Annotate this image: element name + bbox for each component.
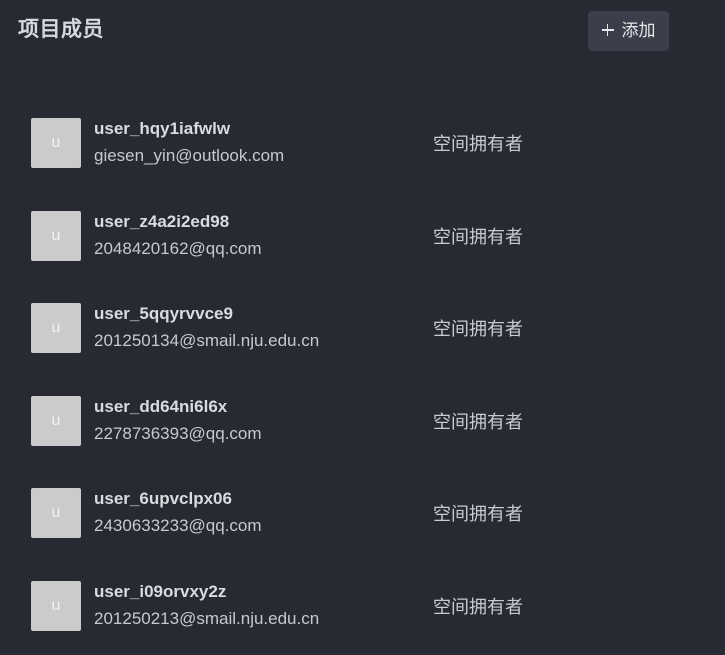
member-email: 2278736393@qq.com — [94, 424, 262, 443]
member-role: 空间拥有者 — [433, 412, 523, 432]
member-row[interactable]: u user_hqy1iafwlw giesen_yin@outlook.com… — [31, 118, 691, 168]
member-email: 2430633233@qq.com — [94, 516, 262, 535]
plus-icon — [601, 24, 614, 37]
member-role: 空间拥有者 — [433, 134, 523, 154]
member-role: 空间拥有者 — [433, 227, 523, 247]
member-row[interactable]: u user_6upvclpx06 2430633233@qq.com 空间拥有… — [31, 488, 691, 538]
avatar[interactable]: u — [31, 211, 81, 261]
member-email: 201250134@smail.nju.edu.cn — [94, 331, 320, 350]
member-name: user_hqy1iafwlw — [94, 119, 231, 138]
member-role: 空间拥有者 — [433, 319, 523, 339]
member-email: giesen_yin@outlook.com — [94, 146, 285, 165]
avatar[interactable]: u — [31, 396, 81, 446]
member-name: user_z4a2i2ed98 — [94, 212, 230, 231]
avatar[interactable]: u — [31, 118, 81, 168]
member-name: user_5qqyrvvce9 — [94, 304, 233, 323]
add-button-label: 添加 — [621, 21, 656, 40]
member-role: 空间拥有者 — [433, 597, 523, 617]
avatar[interactable]: u — [31, 488, 81, 538]
member-name: user_dd64ni6l6x — [94, 397, 228, 416]
project-members-panel: 项目成员 添加 u user_hqy1iafwlw giesen_yin@out… — [0, 0, 725, 655]
member-email: 201250213@smail.nju.edu.cn — [94, 609, 320, 628]
member-row[interactable]: u user_dd64ni6l6x 2278736393@qq.com 空间拥有… — [31, 396, 691, 446]
member-email: 2048420162@qq.com — [94, 239, 262, 258]
avatar[interactable]: u — [31, 303, 81, 353]
add-member-button[interactable]: 添加 — [588, 11, 669, 51]
member-name: user_i09orvxy2z — [94, 582, 227, 601]
member-row[interactable]: u user_z4a2i2ed98 2048420162@qq.com 空间拥有… — [31, 211, 691, 261]
member-role: 空间拥有者 — [433, 504, 523, 524]
member-row[interactable]: u user_i09orvxy2z 201250213@smail.nju.ed… — [31, 581, 691, 631]
member-name: user_6upvclpx06 — [94, 489, 232, 508]
avatar[interactable]: u — [31, 581, 81, 631]
member-row[interactable]: u user_5qqyrvvce9 201250134@smail.nju.ed… — [31, 303, 691, 353]
page-title: 项目成员 — [18, 18, 104, 41]
